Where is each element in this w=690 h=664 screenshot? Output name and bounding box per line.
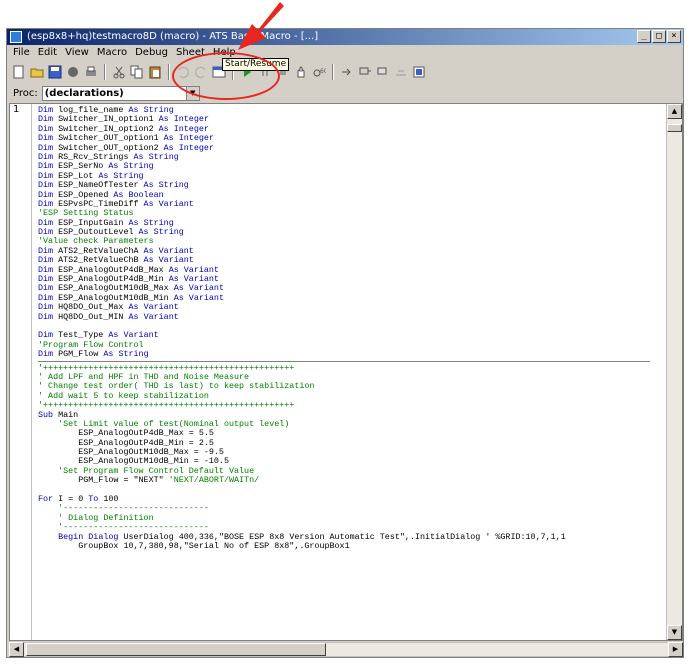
title-bar[interactable]: (esp8x8+hq)testmacro8D (macro) - ATS Bas… [7, 29, 683, 45]
save-icon[interactable] [47, 64, 63, 80]
step-over-icon[interactable] [357, 64, 373, 80]
menu-edit[interactable]: Edit [38, 45, 57, 61]
cut-icon[interactable] [111, 64, 127, 80]
maximize-button[interactable]: □ [652, 30, 666, 43]
menu-view[interactable]: View [65, 45, 89, 61]
svg-text:60: 60 [320, 68, 326, 75]
app-icon [10, 31, 22, 43]
breakpoint-icon[interactable] [411, 64, 427, 80]
call-stack-icon[interactable] [393, 64, 409, 80]
scroll-down-icon[interactable]: ▼ [667, 625, 682, 640]
code-line[interactable]: Dim PGM_Flow As String [38, 349, 658, 359]
menu-bar: File Edit View Macro Debug Sheet Help [7, 45, 683, 61]
toolbar-separator [332, 64, 334, 80]
horizontal-scroll-thumb[interactable] [26, 643, 326, 656]
macro-editor-window: (esp8x8+hq)testmacro8D (macro) - ATS Bas… [6, 28, 684, 658]
proc-dropdown[interactable]: (declarations) ▼ [41, 85, 200, 101]
toolbar: 60 [7, 62, 683, 82]
procedure-divider [38, 360, 650, 362]
menu-debug[interactable]: Debug [135, 45, 168, 61]
copy-icon[interactable] [129, 64, 145, 80]
proc-value: (declarations) [44, 87, 124, 99]
code-line[interactable]: PGM_Flow = "NEXT" 'NEXT/ABORT/WAITn/ [38, 475, 658, 485]
scroll-thumb[interactable] [667, 124, 682, 132]
toolbar-separator [168, 64, 170, 80]
code-line[interactable]: '+++++++++++++++++++++++++++++++++++++++… [38, 400, 658, 410]
code-area[interactable]: Dim log_file_name As String Dim Switcher_… [38, 106, 658, 638]
annotation-circle [172, 52, 280, 100]
tools-icon[interactable] [65, 64, 81, 80]
toolbar-separator [104, 64, 106, 80]
new-icon[interactable] [11, 64, 27, 80]
hand-icon[interactable] [293, 64, 309, 80]
annotation-arrow-icon [238, 2, 284, 50]
print-icon[interactable] [83, 64, 99, 80]
menu-macro[interactable]: Macro [97, 45, 127, 61]
watch-icon[interactable]: 60 [311, 64, 327, 80]
open-icon[interactable] [29, 64, 45, 80]
menu-file[interactable]: File [13, 45, 30, 61]
line-number: 1 [13, 104, 20, 115]
code-editor[interactable]: 1 Dim log_file_name As String Dim Switche… [9, 103, 683, 641]
paste-icon[interactable] [147, 64, 163, 80]
code-line[interactable]: GroupBox 10,7,380,98,"Serial No of ESP 8… [38, 541, 658, 551]
line-gutter: 1 [10, 104, 32, 640]
close-button[interactable]: × [667, 30, 681, 43]
proc-label: Proc: [13, 87, 38, 99]
step-out-icon[interactable] [375, 64, 391, 80]
horizontal-scrollbar[interactable]: ◀ ▶ [9, 642, 683, 657]
vertical-scrollbar[interactable]: ▲ ▼ [666, 104, 682, 640]
minimize-button[interactable]: _ [637, 30, 651, 43]
scroll-left-icon[interactable]: ◀ [9, 642, 24, 657]
step-into-icon[interactable] [339, 64, 355, 80]
procedure-row: Proc: (declarations) ▼ [7, 84, 683, 102]
scroll-up-icon[interactable]: ▲ [667, 104, 682, 119]
code-line[interactable] [38, 486, 658, 495]
code-line[interactable]: Dim HQ8DO_Out_MIN As Variant [38, 312, 658, 322]
window-controls: _ □ × [637, 29, 681, 45]
scroll-right-icon[interactable]: ▶ [668, 642, 683, 657]
